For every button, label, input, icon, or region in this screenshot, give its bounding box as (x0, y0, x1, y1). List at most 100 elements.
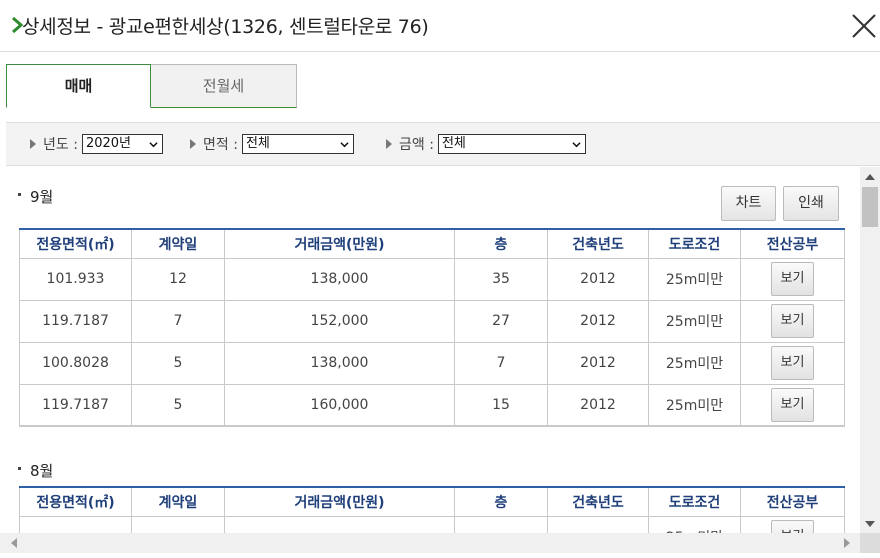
table-cell (547, 515, 649, 533)
amount-select-value: 전체 (441, 136, 466, 151)
year-filter-label: 년도 : (43, 137, 78, 153)
table-cell: 160,000 (224, 383, 455, 427)
year-filter: 년도 : 2020년 (30, 134, 163, 154)
table-cell: 2012 (547, 341, 649, 385)
table-cell: 보기 (740, 383, 845, 427)
column-header: 도로조건 (648, 228, 741, 259)
table-cell: 101.933 (19, 257, 132, 301)
view-document-button[interactable]: 보기 (771, 262, 814, 296)
column-header: 층 (454, 228, 548, 259)
table-cell: 119.7187 (19, 299, 132, 343)
table-cell: 35 (454, 257, 548, 301)
year-select[interactable]: 2020년 (81, 134, 163, 154)
area-filter-label: 면적 : (203, 137, 238, 153)
table-cell: 25m미만 (648, 383, 741, 427)
scrollbar-thumb[interactable] (862, 187, 878, 227)
table-row: 101.933 12 138,000 35 2012 25m미만 보기 (19, 257, 845, 301)
triangle-bullet-icon (386, 139, 392, 149)
table-cell: 25m미만 (648, 515, 741, 533)
area-select[interactable]: 전체 (241, 134, 354, 154)
table-cell: 25m미만 (648, 257, 741, 301)
column-header: 거래금액(만원) (224, 228, 455, 259)
column-header: 전용면적(㎡) (19, 486, 132, 517)
column-header: 계약일 (131, 486, 225, 517)
table-cell: 152,000 (224, 299, 455, 343)
month-label: 8월 (30, 462, 54, 480)
area-filter: 면적 : 전체 (190, 134, 354, 154)
amount-filter-label: 금액 : (399, 137, 434, 153)
amount-filter: 금액 : 전체 (386, 134, 586, 154)
table-row: 25m미만 보기 (19, 515, 845, 533)
table-cell: 100.8028 (19, 341, 132, 385)
table-cell: 119.7187 (19, 383, 132, 427)
table-cell: 25m미만 (648, 299, 741, 343)
column-header: 건축년도 (547, 228, 649, 259)
tab-rent[interactable]: 전월세 (151, 64, 297, 108)
scroll-up-icon[interactable] (865, 174, 875, 180)
table-cell: 보기 (740, 341, 845, 385)
view-document-button[interactable]: 보기 (771, 304, 814, 338)
table-cell: 보기 (740, 299, 845, 343)
month-heading: 9월 (18, 186, 53, 207)
table-cell: 12 (131, 257, 225, 301)
horizontal-scrollbar[interactable] (0, 533, 860, 553)
column-header: 층 (454, 486, 548, 517)
chevron-down-icon (340, 142, 349, 148)
column-header: 도로조건 (648, 486, 741, 517)
chart-button[interactable]: 차트 (721, 186, 776, 221)
column-header: 전산공부 (740, 228, 845, 259)
table-cell: 보기 (740, 257, 845, 301)
tab-sale[interactable]: 매매 (6, 64, 151, 108)
chevron-down-icon (572, 142, 581, 148)
area-select-value: 전체 (245, 136, 270, 151)
table-cell: 2012 (547, 257, 649, 301)
view-document-button[interactable]: 보기 (771, 519, 814, 533)
table-row: 119.7187 7 152,000 27 2012 25m미만 보기 (19, 299, 845, 343)
bullet-dot (18, 193, 21, 196)
view-document-button[interactable]: 보기 (771, 346, 814, 380)
scroll-down-icon[interactable] (865, 521, 875, 527)
column-header: 거래금액(만원) (224, 486, 455, 517)
table-cell: 15 (454, 383, 548, 427)
table-cell: 138,000 (224, 341, 455, 385)
vertical-scrollbar[interactable] (860, 167, 880, 533)
column-header: 전용면적(㎡) (19, 228, 132, 259)
scroll-right-icon[interactable] (844, 538, 850, 548)
table-cell (224, 515, 455, 533)
print-button[interactable]: 인쇄 (783, 186, 839, 221)
table-cell: 2012 (547, 299, 649, 343)
month-label: 9월 (30, 188, 54, 206)
chevron-down-icon (149, 142, 158, 148)
dialog-title: 상세정보 - 광교e편한세상(1326, 센트럴타운로 76) (22, 16, 429, 38)
table-cell (19, 515, 132, 533)
transaction-list: 9월 차트 인쇄 전용면적(㎡) 계약일 거래금액(만원) 층 건축년도 도로조건 전산공부… (0, 167, 860, 533)
table-cell: 2012 (547, 383, 649, 427)
triangle-bullet-icon (30, 139, 36, 149)
month-heading: 8월 (18, 460, 53, 481)
column-header: 계약일 (131, 228, 225, 259)
transaction-table: 전용면적(㎡) 계약일 거래금액(만원) 층 건축년도 도로조건 전산공부 101.933 12… (19, 228, 845, 427)
table-cell: 7 (454, 341, 548, 385)
column-header: 건축년도 (547, 486, 649, 517)
scroll-left-icon[interactable] (11, 538, 17, 548)
table-row: 100.8028 5 138,000 7 2012 25m미만 보기 (19, 341, 845, 385)
view-document-button[interactable]: 보기 (771, 387, 814, 422)
amount-select[interactable]: 전체 (437, 134, 586, 154)
deal-type-tabs: 매매 전월세 (6, 64, 297, 108)
year-select-value: 2020년 (85, 136, 131, 151)
table-row: 119.7187 5 160,000 15 2012 25m미만 보기 (19, 383, 845, 427)
table-cell (454, 515, 548, 533)
table-cell: 7 (131, 299, 225, 343)
table-cell: 5 (131, 383, 225, 427)
table-cell: 27 (454, 299, 548, 343)
table-cell: 138,000 (224, 257, 455, 301)
bullet-dot (18, 467, 21, 470)
close-icon[interactable] (848, 10, 880, 42)
dialog-header: 상세정보 - 광교e편한세상(1326, 센트럴타운로 76) (0, 0, 880, 52)
transaction-table: 전용면적(㎡)계약일거래금액(만원)층건축년도도로조건전산공부25m미만 보기 (19, 486, 845, 533)
column-header: 전산공부 (740, 486, 845, 517)
table-cell (131, 515, 225, 533)
table-cell: 5 (131, 341, 225, 385)
scrollbar-corner (860, 533, 880, 553)
triangle-bullet-icon (190, 139, 196, 149)
